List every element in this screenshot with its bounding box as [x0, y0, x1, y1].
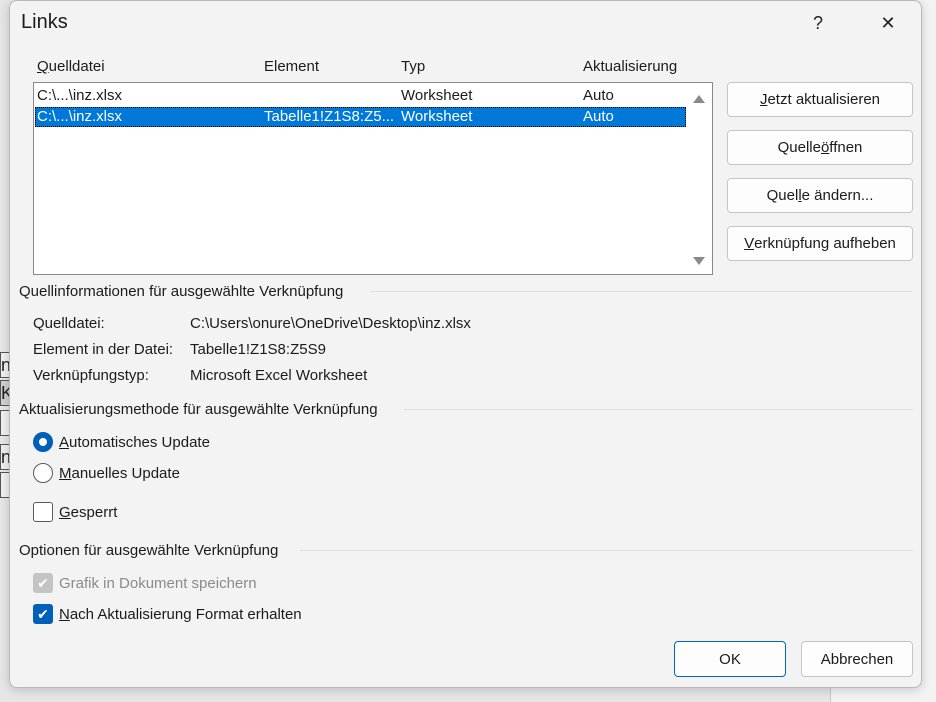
close-button[interactable]: ✕ [866, 7, 910, 39]
cell-element: Tabelle1!Z1S8:Z5... [264, 108, 395, 125]
link-type-value: Microsoft Excel Worksheet [190, 367, 368, 384]
scroll-up-arrow-icon[interactable] [691, 92, 707, 106]
checkmark-icon: ✔ [37, 574, 49, 591]
checkmark-icon: ✔ [37, 605, 49, 622]
keep-format-label[interactable]: Nach Aktualisierung Format erhalten [59, 606, 302, 623]
cell-source: C:\...\inz.xlsx [37, 87, 123, 104]
link-type-label: Verknüpfungstyp: [33, 367, 149, 384]
column-header-element[interactable]: Element [264, 58, 319, 75]
save-graphic-checkbox: ✔ [33, 573, 53, 593]
cancel-button[interactable]: Abbrechen [801, 641, 913, 677]
column-header-type[interactable]: Typ [401, 58, 425, 75]
save-graphic-label: Grafik in Dokument speichern [59, 575, 257, 592]
open-source-button[interactable]: Quelle ö ffnen [727, 130, 913, 165]
cell-type: Worksheet [401, 87, 473, 104]
locked-label[interactable]: Gesperrt [59, 504, 117, 521]
break-link-button[interactable]: Verknüpfung aufheben [727, 226, 913, 261]
column-header-update[interactable]: Aktualisierung [583, 58, 677, 75]
links-dialog: Links ? ✕ Quelldatei Element Typ Aktuali… [9, 0, 922, 688]
help-icon: ? [812, 12, 823, 33]
element-value: Tabelle1!Z1S8:Z5S9 [190, 341, 326, 358]
dialog-title: Links [21, 11, 68, 33]
divider [370, 291, 913, 292]
cell-source: C:\...\inz.xlsx [37, 108, 123, 125]
list-item-selected[interactable]: C:\...\inz.xlsx Tabelle1!Z1S8:Z5... Work… [35, 107, 686, 127]
options-heading: Optionen für ausgewählte Verknüpfung [19, 542, 279, 559]
list-item[interactable]: C:\...\inz.xlsx Worksheet Auto [35, 86, 686, 106]
column-header-source[interactable]: Quelldatei [37, 58, 105, 75]
update-method-heading: Aktualisierungsmethode für ausgewählte V… [19, 401, 378, 418]
source-file-value: C:\Users\onure\OneDrive\Desktop\inz.xlsx [190, 315, 471, 332]
cell-update: Auto [583, 87, 614, 104]
ok-button[interactable]: OK [674, 641, 786, 677]
update-now-button[interactable]: Jetzt aktualisieren [727, 82, 913, 117]
manual-update-radio[interactable] [33, 463, 53, 483]
change-source-button[interactable]: Quel l e ändern... [727, 178, 913, 213]
divider [300, 550, 913, 551]
source-info-heading: Quellinformationen für ausgewählte Verkn… [19, 283, 344, 300]
close-icon: ✕ [880, 12, 896, 33]
links-list[interactable]: C:\...\inz.xlsx Worksheet Auto C:\...\in… [33, 82, 713, 275]
locked-checkbox[interactable] [33, 502, 53, 522]
manual-update-label[interactable]: Manuelles Update [59, 465, 180, 482]
cell-type: Worksheet [401, 108, 473, 125]
automatic-update-radio[interactable] [33, 432, 53, 452]
automatic-update-label[interactable]: Automatisches Update [59, 434, 210, 451]
source-file-label: Quelldatei: [33, 315, 105, 332]
keep-format-checkbox[interactable]: ✔ [33, 604, 53, 624]
cell-update: Auto [583, 108, 614, 125]
help-button[interactable]: ? [796, 7, 840, 39]
element-label: Element in der Datei: [33, 341, 174, 358]
scroll-down-arrow-icon[interactable] [691, 254, 707, 268]
divider [404, 409, 913, 410]
